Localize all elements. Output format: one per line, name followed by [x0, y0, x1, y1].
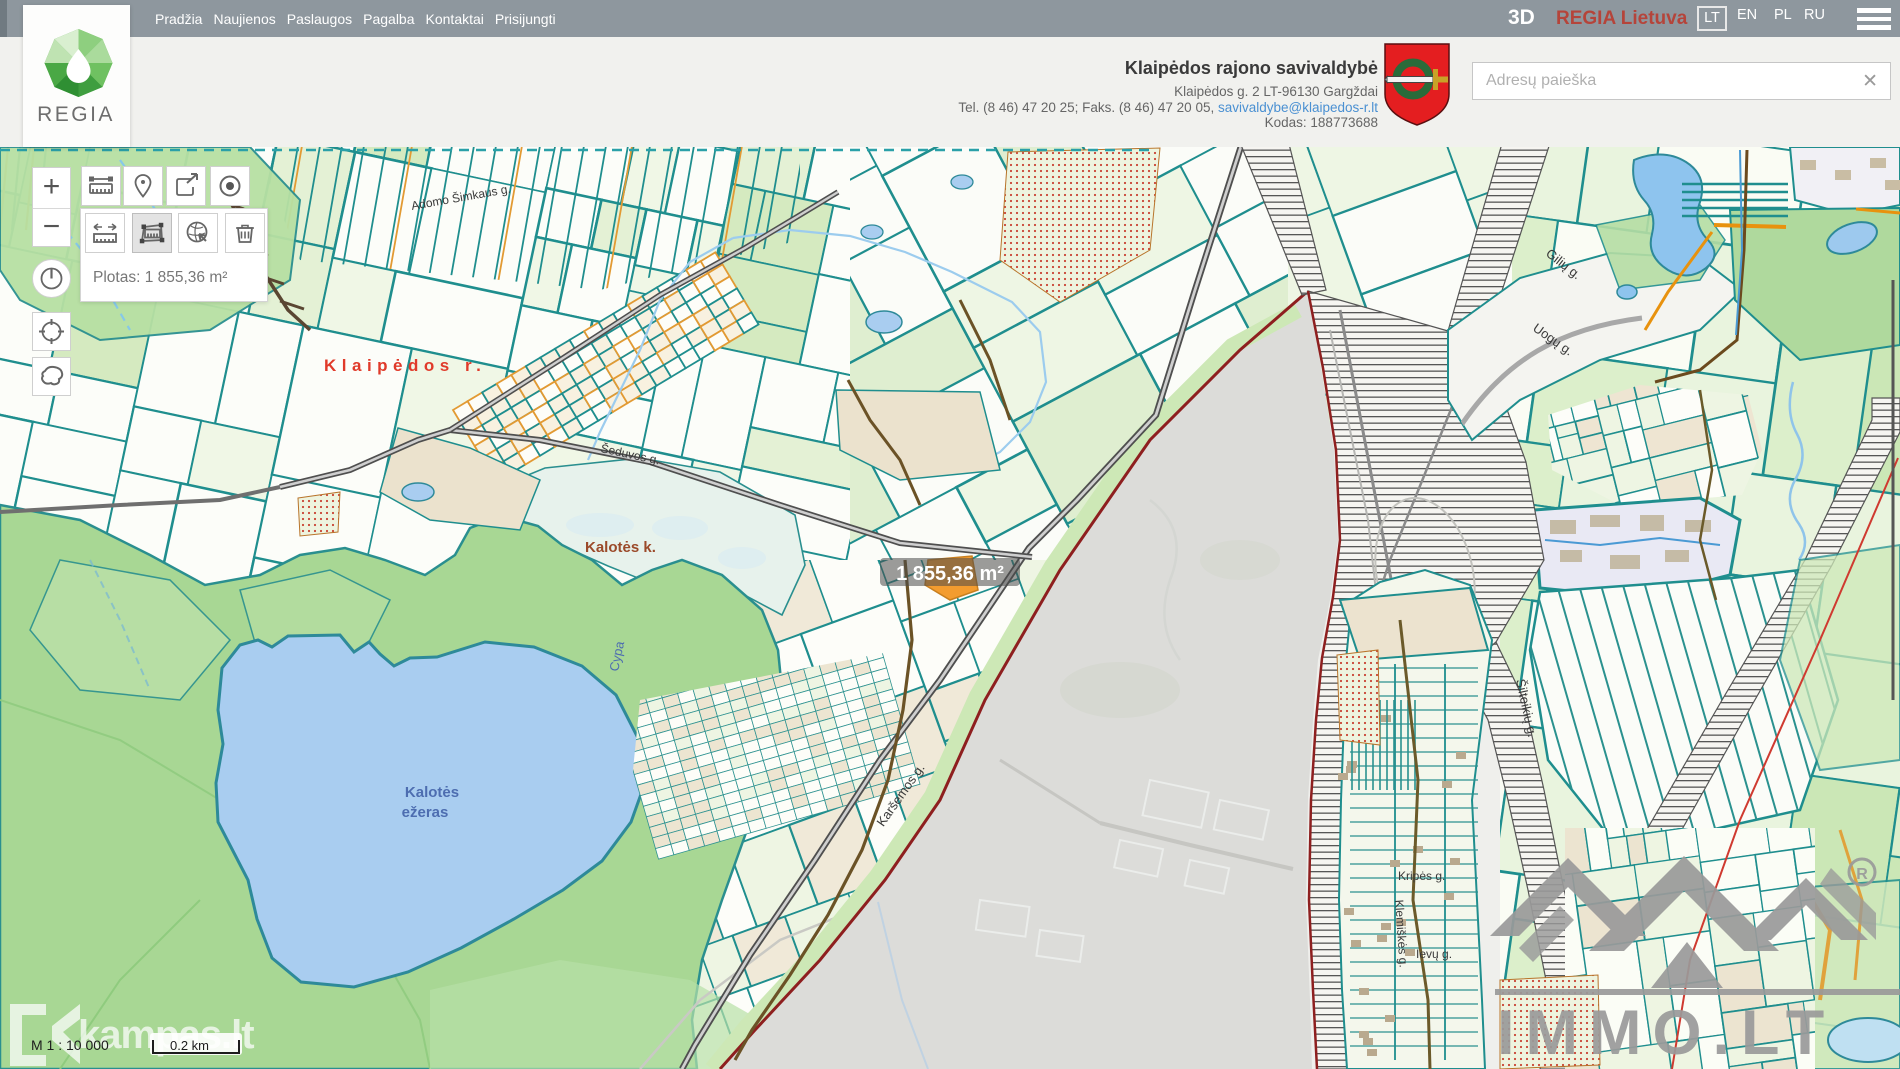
- svg-text:1 855,36 m²: 1 855,36 m²: [896, 563, 1004, 585]
- svg-text:REGIA: REGIA: [37, 103, 115, 126]
- svg-text:M 1 : 10 000: M 1 : 10 000: [31, 1037, 109, 1053]
- svg-text:Klaipėdos r.: Klaipėdos r.: [324, 356, 486, 375]
- svg-text:Kalotės: Kalotės: [405, 784, 459, 801]
- svg-text:R: R: [1856, 866, 1868, 883]
- svg-text:0.2 km: 0.2 km: [170, 1038, 209, 1053]
- svg-text:ežeras: ežeras: [402, 804, 449, 821]
- svg-text:Kalotės k.: Kalotės k.: [585, 539, 656, 556]
- svg-text:Kripės g.: Kripės g.: [1398, 869, 1445, 883]
- svg-text:IMMO.LT: IMMO.LT: [1497, 998, 1835, 1068]
- svg-text:Ievų g.: Ievų g.: [1416, 947, 1452, 961]
